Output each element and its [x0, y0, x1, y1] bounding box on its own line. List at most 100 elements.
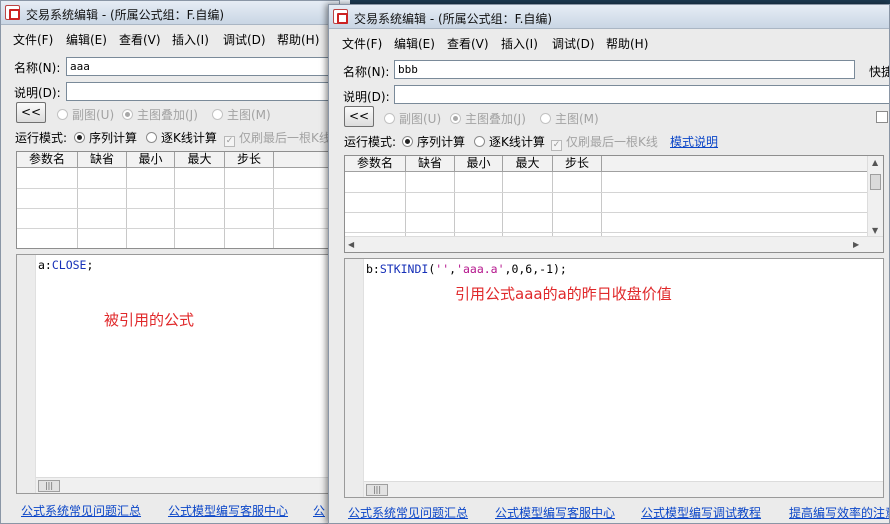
line-gutter: [345, 259, 364, 497]
grid-line: [345, 232, 868, 233]
radio-icon: [122, 109, 133, 120]
scroll-thumb[interactable]: |||: [38, 480, 60, 492]
run-mode-per-bar[interactable]: 逐K线计算: [474, 133, 545, 150]
radio-icon: [540, 113, 551, 124]
annotation-referenced-formula: 被引用的公式: [104, 311, 195, 329]
option-subchart[interactable]: 副图(U): [57, 106, 114, 123]
menu-help[interactable]: 帮助(H): [606, 35, 648, 52]
description-label: 说明(D):: [14, 86, 61, 100]
mode-help-link[interactable]: 模式说明: [670, 133, 718, 150]
radio-icon: [212, 109, 223, 120]
vertical-scrollbar[interactable]: ▲ ▼: [867, 156, 883, 236]
menu-view[interactable]: 查看(V): [447, 35, 489, 52]
menu-bar: 文件(F) 编辑(E) 查看(V) 插入(I) 调试(D) 帮助(H): [329, 31, 889, 53]
grid-line: [17, 228, 339, 229]
link-faq[interactable]: 公式系统常见问题汇总: [348, 504, 468, 521]
app-icon: [5, 5, 20, 20]
window-title: 交易系统编辑 - (所属公式组：F.自编): [354, 12, 553, 26]
run-mode-label: 运行模式:: [15, 131, 68, 145]
column-step[interactable]: 步长: [553, 156, 602, 172]
column-min[interactable]: 最小: [455, 156, 503, 172]
description-input[interactable]: [66, 82, 339, 101]
code-editor[interactable]: b:STKINDI('','aaa.a',0,6,-1); 引用公式aaa的a的…: [344, 258, 884, 498]
column-param-name[interactable]: 参数名: [345, 156, 406, 172]
link-support[interactable]: 公式模型编写客服中心: [495, 504, 615, 521]
code-line-1: b:STKINDI('','aaa.a',0,6,-1);: [366, 262, 567, 276]
menu-file[interactable]: 文件(F): [342, 35, 382, 52]
scroll-thumb[interactable]: |||: [366, 484, 388, 496]
grid-line: [345, 212, 868, 213]
menu-edit[interactable]: 编辑(E): [66, 31, 107, 48]
horizontal-scrollbar[interactable]: ◀ ▶: [345, 236, 883, 252]
run-mode-per-bar[interactable]: 逐K线计算: [146, 129, 217, 146]
scroll-up-icon[interactable]: ▲: [872, 158, 878, 167]
footer-links: 公式系统常见问题汇总 公式模型编写客服中心 公: [1, 500, 339, 520]
collapse-button[interactable]: <<: [344, 106, 374, 127]
check-icon: ✓: [224, 136, 235, 147]
link-tutorial[interactable]: 公: [313, 502, 325, 519]
formula-editor-window-aaa: 交易系统编辑 - (所属公式组：F.自编) 文件(F) 编辑(E) 查看(V) …: [0, 0, 340, 524]
column-default[interactable]: 缺省: [78, 152, 127, 168]
link-tutorial[interactable]: 公式模型编写调试教程: [641, 504, 761, 521]
option-main-chart[interactable]: 主图(M): [212, 106, 271, 123]
run-mode-sequence[interactable]: 序列计算: [74, 129, 137, 146]
extra-checkbox[interactable]: [876, 111, 888, 123]
footer-links: 公式系统常见问题汇总 公式模型编写客服中心 公式模型编写调试教程 提高编写效率的…: [329, 502, 889, 522]
parameter-table: 参数名 缺省 最小 最大 步长: [16, 151, 339, 249]
option-subchart[interactable]: 副图(U): [384, 110, 441, 127]
menu-file[interactable]: 文件(F): [13, 31, 53, 48]
column-max[interactable]: 最大: [175, 152, 225, 168]
code-editor[interactable]: a:CLOSE; 被引用的公式 |||: [16, 254, 339, 494]
column-min[interactable]: 最小: [127, 152, 175, 168]
link-efficiency-tips[interactable]: 提高编写效率的注意: [789, 504, 889, 521]
menu-bar: 文件(F) 编辑(E) 查看(V) 插入(I) 调试(D) 帮助(H): [1, 27, 339, 49]
quick-key-label: 快捷: [869, 65, 889, 79]
option-main-chart[interactable]: 主图(M): [540, 110, 599, 127]
menu-help[interactable]: 帮助(H): [277, 31, 319, 48]
last-k-only-checkbox[interactable]: ✓ 仅刷最后一根K线: [551, 133, 658, 151]
option-main-overlay[interactable]: 主图叠加(J): [450, 110, 526, 127]
title-bar[interactable]: 交易系统编辑 - (所属公式组：F.自编): [329, 5, 889, 29]
menu-view[interactable]: 查看(V): [119, 31, 161, 48]
horizontal-scrollbar[interactable]: |||: [36, 477, 339, 493]
radio-icon: [57, 109, 68, 120]
radio-icon: [74, 132, 85, 143]
parameter-table-header: 参数名 缺省 最小 最大 步长: [17, 152, 339, 168]
radio-icon: [384, 113, 395, 124]
description-input[interactable]: [394, 85, 889, 104]
horizontal-scrollbar[interactable]: |||: [364, 481, 883, 497]
title-bar[interactable]: 交易系统编辑 - (所属公式组：F.自编): [1, 1, 339, 25]
column-step[interactable]: 步长: [225, 152, 274, 168]
scroll-right-icon[interactable]: ▶: [853, 240, 859, 249]
link-support[interactable]: 公式模型编写客服中心: [168, 502, 288, 519]
column-param-name[interactable]: 参数名: [17, 152, 78, 168]
menu-debug[interactable]: 调试(D): [552, 35, 595, 52]
column-max[interactable]: 最大: [503, 156, 553, 172]
description-label: 说明(D):: [343, 90, 390, 104]
name-input[interactable]: bbb: [394, 60, 855, 79]
menu-insert[interactable]: 插入(I): [172, 31, 209, 48]
formula-editor-window-bbb: 交易系统编辑 - (所属公式组：F.自编) 文件(F) 编辑(E) 查看(V) …: [328, 4, 890, 524]
scroll-down-icon[interactable]: ▼: [872, 226, 878, 235]
menu-insert[interactable]: 插入(I): [501, 35, 538, 52]
last-k-only-checkbox[interactable]: ✓ 仅刷最后一根K线: [224, 129, 331, 147]
annotation-referencing-formula: 引用公式aaa的a的昨日收盘价值: [455, 285, 672, 303]
run-mode-sequence[interactable]: 序列计算: [402, 133, 465, 150]
name-label: 名称(N):: [14, 61, 61, 75]
radio-icon: [450, 113, 461, 124]
column-default[interactable]: 缺省: [406, 156, 455, 172]
scroll-left-icon[interactable]: ◀: [348, 240, 354, 249]
name-input[interactable]: aaa: [66, 57, 339, 76]
grid-line: [345, 192, 868, 193]
option-main-overlay[interactable]: 主图叠加(J): [122, 106, 198, 123]
radio-icon: [402, 136, 413, 147]
menu-edit[interactable]: 编辑(E): [394, 35, 435, 52]
radio-icon: [146, 132, 157, 143]
menu-debug[interactable]: 调试(D): [223, 31, 266, 48]
check-icon: ✓: [551, 140, 562, 151]
radio-icon: [474, 136, 485, 147]
scroll-thumb[interactable]: [870, 174, 881, 190]
collapse-button[interactable]: <<: [16, 102, 46, 123]
code-line-1: a:CLOSE;: [38, 258, 94, 272]
link-faq[interactable]: 公式系统常见问题汇总: [21, 502, 141, 519]
